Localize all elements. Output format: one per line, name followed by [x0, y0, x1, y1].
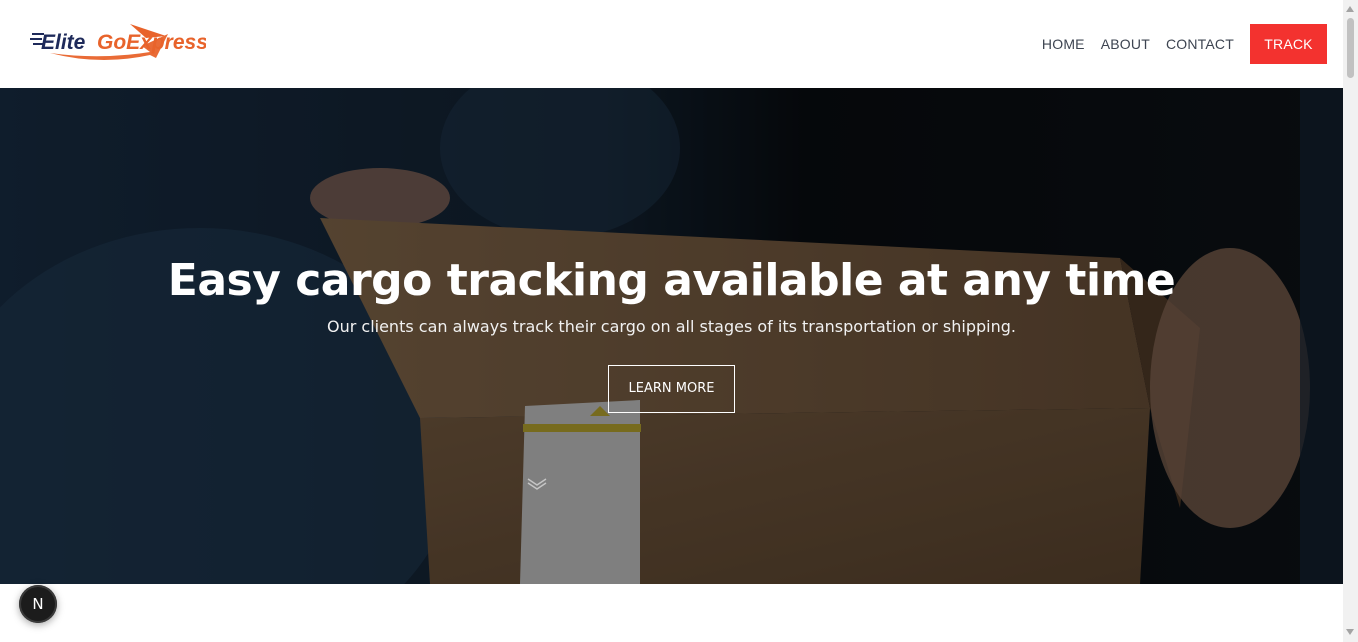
main-nav: HOME ABOUT CONTACT TRACK: [1042, 24, 1327, 64]
nav-contact-link[interactable]: CONTACT: [1166, 36, 1234, 52]
hero-section: Easy cargo tracking available at any tim…: [0, 88, 1343, 584]
page: Elite GoExpress HOME ABOUT CONTACT TRACK: [0, 0, 1343, 642]
logo-graphic: Elite GoExpress: [30, 24, 206, 61]
logo-text-elite: Elite: [41, 31, 86, 54]
hero-title: Easy cargo tracking available at any tim…: [167, 255, 1176, 306]
page-scrollbar[interactable]: [1343, 0, 1358, 642]
brand-logo[interactable]: Elite GoExpress: [30, 22, 206, 68]
scrollbar-thumb[interactable]: [1347, 18, 1354, 78]
nextjs-dev-indicator[interactable]: N: [19, 585, 57, 623]
learn-more-button[interactable]: LEARN MORE: [608, 365, 735, 413]
scroll-down-arrow-icon[interactable]: [1346, 629, 1354, 635]
nav-about-link[interactable]: ABOUT: [1101, 36, 1150, 52]
nav-home-link[interactable]: HOME: [1042, 36, 1085, 52]
hero-content: Easy cargo tracking available at any tim…: [0, 250, 1343, 413]
hero-subtitle: Our clients can always track their cargo…: [327, 317, 1016, 336]
track-button[interactable]: TRACK: [1250, 24, 1327, 64]
scroll-up-arrow-icon[interactable]: [1346, 6, 1354, 12]
chevron-down-icon[interactable]: [526, 477, 548, 491]
site-header: Elite GoExpress HOME ABOUT CONTACT TRACK: [0, 0, 1343, 88]
logo-text-goexpress: GoExpress: [97, 31, 206, 54]
